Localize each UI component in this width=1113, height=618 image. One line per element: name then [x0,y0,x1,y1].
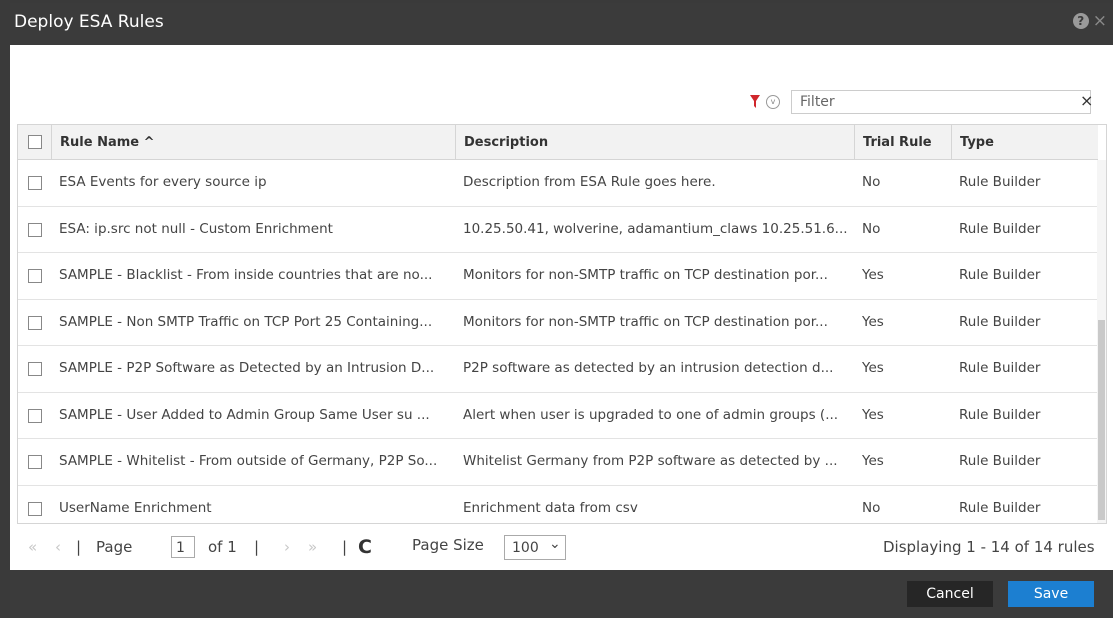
rule-name-cell: SAMPLE - Non SMTP Traffic on TCP Port 25… [59,313,433,330]
clear-filter-icon[interactable]: × [1080,91,1093,110]
filter-input[interactable]: Filter [791,90,1091,114]
type-cell: Rule Builder [959,174,1041,190]
close-icon[interactable]: × [1093,13,1107,30]
rule-name-cell: SAMPLE - Whitelist - From outside of Ger… [59,453,438,469]
description-cell: Monitors for non-SMTP traffic on TCP des… [463,267,828,283]
type-cell: Rule Builder [959,267,1041,283]
row-checkbox[interactable] [28,222,42,237]
trial-rule-cell: Yes [862,360,884,376]
table-body: ESA Events for every source ip Descriptio… [18,160,1098,524]
refresh-icon[interactable]: C [358,536,372,558]
table-row[interactable]: ESA Events for every source ip Descriptio… [18,160,1098,207]
description-cell: Description from ESA Rule goes here. [463,174,716,190]
table-row[interactable]: SAMPLE - Non SMTP Traffic on TCP Port 25… [18,300,1098,346]
description-cell: 10.25.50.41, wolverine, adamantium_claws… [463,220,848,237]
type-cell: Rule Builder [959,499,1041,516]
filter-placeholder: Filter [800,94,835,110]
rules-table: Rule Name ^ Description Trial Rule Type … [17,124,1107,524]
title-bar: Deploy ESA Rules ? × [10,3,1113,45]
help-icon[interactable]: ? [1072,13,1089,29]
first-page-icon[interactable]: « [28,538,37,556]
rule-name-cell: SAMPLE - Blacklist - From inside countri… [59,267,433,283]
page-size-value: 100 [512,540,539,556]
pager-separator: | [342,538,348,556]
type-cell: Rule Builder [959,313,1041,330]
row-checkbox[interactable] [28,269,42,283]
dropdown-chevron-icon: ⌄ [549,536,561,552]
rule-name-cell: ESA: ip.src not null - Custom Enrichment [59,220,333,237]
type-cell: Rule Builder [959,453,1041,469]
table-row[interactable]: SAMPLE - Blacklist - From inside countri… [18,253,1098,300]
cancel-button[interactable]: Cancel [907,581,993,607]
header-type[interactable]: Type [951,125,1099,159]
dialog-title: Deploy ESA Rules [14,12,164,32]
trial-rule-cell: Yes [862,267,884,283]
rule-name-cell: ESA Events for every source ip [59,174,267,190]
header-rule-name[interactable]: Rule Name ^ [51,125,456,159]
row-checkbox[interactable] [28,501,42,516]
table-row[interactable]: SAMPLE - P2P Software as Detected by an … [18,346,1098,393]
rule-name-cell: UserName Enrichment [59,499,212,516]
description-cell: P2P software as detected by an intrusion… [463,360,834,376]
table-row[interactable]: UserName Enrichment Enrichment data from … [18,486,1098,524]
trial-rule-cell: No [862,220,881,237]
scrollbar-thumb[interactable] [1098,320,1105,520]
display-count: Displaying 1 - 14 of 14 rules [883,538,1095,556]
description-cell: Monitors for non-SMTP traffic on TCP des… [463,313,828,330]
trial-rule-cell: No [862,499,881,516]
vertical-scrollbar[interactable] [1097,160,1106,523]
table-row[interactable]: SAMPLE - User Added to Admin Group Same … [18,393,1098,439]
header-trial-rule[interactable]: Trial Rule [854,125,952,159]
table-header: Rule Name ^ Description Trial Rule Type [18,125,1098,160]
table-row[interactable]: SAMPLE - Whitelist - From outside of Ger… [18,439,1098,486]
filter-dropdown-icon[interactable]: v [766,95,780,109]
trial-rule-cell: Yes [862,453,884,469]
next-page-icon[interactable]: › [284,538,290,556]
rule-name-cell: SAMPLE - P2P Software as Detected by an … [59,360,435,376]
description-cell: Whitelist Germany from P2P software as d… [463,453,838,469]
prev-page-icon[interactable]: ‹ [55,538,61,556]
type-cell: Rule Builder [959,406,1041,423]
row-checkbox[interactable] [28,176,42,190]
select-all-checkbox[interactable] [28,135,42,149]
row-checkbox[interactable] [28,315,42,330]
page-size-label: Page Size [412,536,484,554]
funnel-icon[interactable] [749,94,761,110]
table-row[interactable]: ESA: ip.src not null - Custom Enrichment… [18,207,1098,253]
pagination-bar: « ‹ | Page 1 of 1 | › » | C Page Size 10… [18,533,1108,565]
pager-separator: | [254,538,260,556]
rule-name-cell: SAMPLE - User Added to Admin Group Same … [59,406,430,423]
type-cell: Rule Builder [959,360,1041,376]
page-number-input[interactable]: 1 [171,536,195,558]
last-page-icon[interactable]: » [308,538,317,556]
row-checkbox[interactable] [28,455,42,469]
trial-rule-cell: Yes [862,406,884,423]
description-cell: Alert when user is upgraded to one of ad… [463,406,839,423]
filter-bar: v Filter × [10,88,1103,118]
row-checkbox[interactable] [28,408,42,423]
type-cell: Rule Builder [959,220,1041,237]
title-bar-icons: ? × [1072,13,1107,30]
save-button[interactable]: Save [1008,581,1094,607]
page-of-label: of 1 [208,538,237,556]
trial-rule-cell: Yes [862,313,884,330]
page-size-select[interactable]: 100 ⌄ [504,535,566,560]
dialog-footer: Cancel Save [10,570,1113,618]
page-label: Page [96,538,133,556]
page-number-value: 1 [176,540,185,556]
description-cell: Enrichment data from csv [463,499,638,516]
header-description[interactable]: Description [455,125,855,159]
row-checkbox[interactable] [28,362,42,376]
trial-rule-cell: No [862,174,881,190]
deploy-esa-rules-dialog: Deploy ESA Rules ? × v Filter × Rule Nam… [10,3,1113,618]
pager-separator: | [76,538,82,556]
